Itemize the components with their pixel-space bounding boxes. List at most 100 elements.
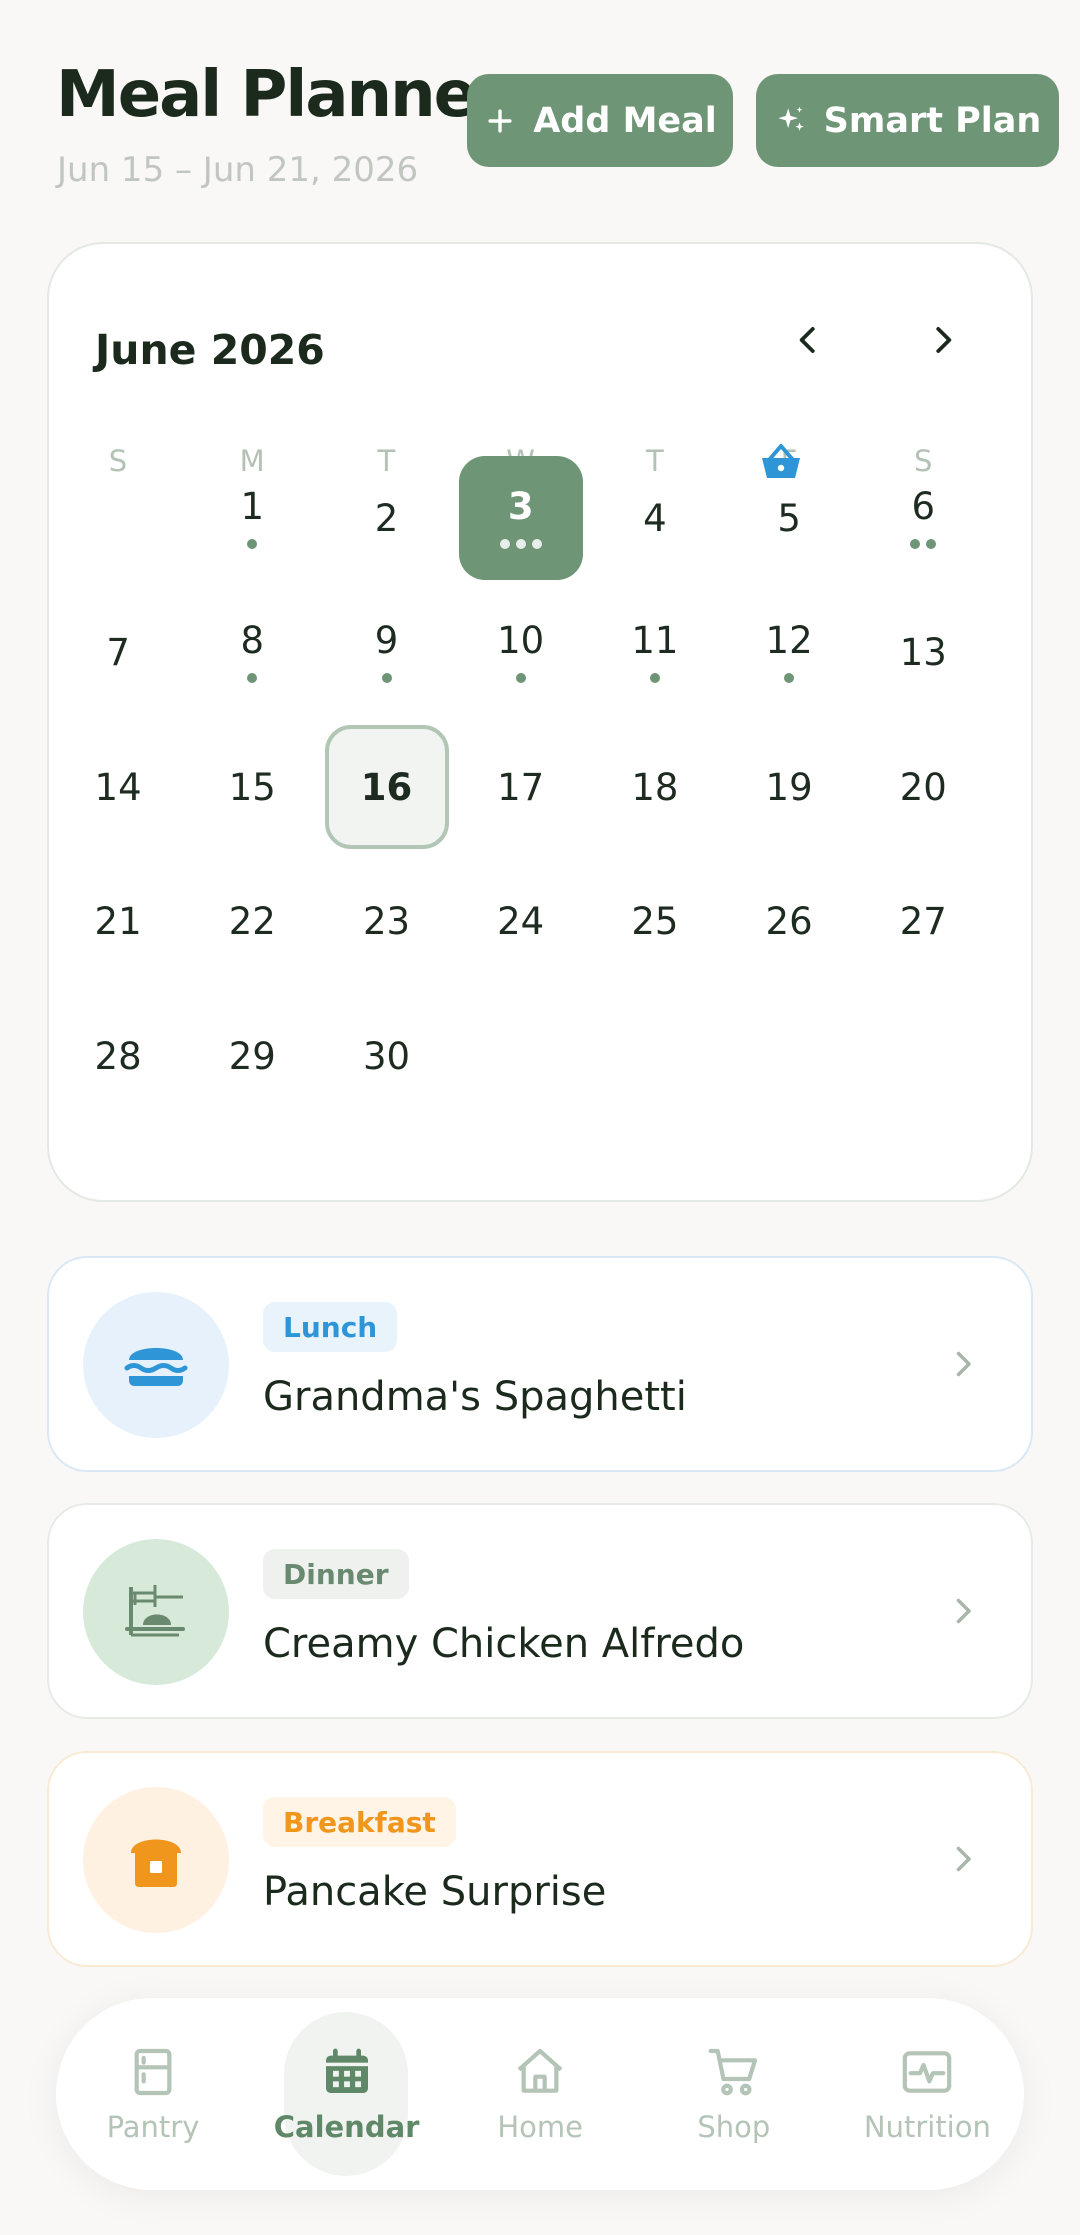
calendar-day[interactable]: 1 bbox=[190, 456, 314, 580]
day-number: 20 bbox=[899, 765, 947, 809]
day-number: 26 bbox=[765, 900, 813, 943]
calendar-day[interactable]: 19 bbox=[727, 725, 851, 849]
calendar-day[interactable]: 2 bbox=[325, 456, 449, 580]
calendar-day[interactable]: 18 bbox=[593, 725, 717, 849]
calendar-day[interactable]: 30 bbox=[325, 994, 449, 1118]
meal-dot bbox=[247, 538, 258, 549]
meal-card[interactable]: Lunch Grandma's Spaghetti bbox=[47, 1256, 1033, 1472]
calendar-icon bbox=[319, 2044, 375, 2110]
basket-icon bbox=[759, 444, 803, 480]
previous-month-button[interactable] bbox=[768, 300, 848, 380]
nav-item-calendar[interactable]: Calendar bbox=[250, 1998, 444, 2190]
calendar-day[interactable]: 28 bbox=[56, 994, 180, 1118]
meal-card[interactable]: Breakfast Pancake Surprise bbox=[47, 1751, 1033, 1967]
date-range: Jun 15 – Jun 21, 2026 bbox=[57, 150, 419, 190]
calendar-day[interactable]: 15 bbox=[190, 725, 314, 849]
calendar-day-today[interactable]: 16 bbox=[324, 725, 449, 849]
day-number: 27 bbox=[899, 900, 947, 943]
day-number: 1 bbox=[240, 484, 265, 528]
pantry-icon bbox=[125, 2044, 181, 2110]
chevron-right-icon bbox=[936, 327, 952, 353]
chevron-right-icon bbox=[956, 1351, 971, 1377]
next-month-button[interactable] bbox=[903, 300, 983, 380]
day-number: 10 bbox=[497, 619, 545, 662]
calendar-day[interactable]: 8 bbox=[190, 591, 314, 715]
calendar-day[interactable]: 20 bbox=[861, 725, 985, 849]
day-number: 11 bbox=[631, 619, 679, 662]
toast-icon bbox=[121, 1825, 191, 1895]
day-number: 24 bbox=[497, 900, 545, 943]
add-meal-button[interactable]: Add Meal bbox=[467, 74, 733, 167]
page-title: Meal Planner bbox=[56, 58, 507, 132]
meal-name: Grandma's Spaghetti bbox=[263, 1374, 687, 1420]
nav-label: Calendar bbox=[273, 2110, 420, 2144]
nav-item-home[interactable]: Home bbox=[443, 1998, 637, 2190]
calendar-day[interactable]: 6 bbox=[861, 456, 985, 580]
meal-indicator-dots bbox=[910, 538, 937, 549]
day-number: 28 bbox=[94, 1034, 142, 1078]
day-number: 17 bbox=[497, 765, 545, 809]
day-number: 5 bbox=[777, 496, 801, 540]
day-number: 13 bbox=[899, 631, 947, 674]
calendar-day[interactable]: 24 bbox=[459, 860, 583, 984]
chevron-right-icon bbox=[956, 1598, 971, 1624]
meal-name: Creamy Chicken Alfredo bbox=[263, 1621, 745, 1667]
meal-indicator-dots bbox=[247, 673, 258, 683]
day-number: 3 bbox=[507, 484, 534, 528]
day-number: 21 bbox=[94, 900, 142, 943]
day-number: 25 bbox=[631, 900, 679, 943]
calendar-day-selected[interactable]: 3 bbox=[458, 456, 583, 580]
meal-type-badge: Breakfast bbox=[263, 1797, 456, 1847]
day-number: 9 bbox=[374, 619, 399, 662]
calendar-day[interactable]: 26 bbox=[727, 860, 851, 984]
meal-dot bbox=[499, 538, 510, 549]
calendar-day[interactable]: 14 bbox=[56, 725, 180, 849]
calendar-day[interactable]: 25 bbox=[593, 860, 717, 984]
month-label: June 2026 bbox=[95, 326, 325, 374]
meal-type-badge: Lunch bbox=[263, 1302, 398, 1352]
calendar-day[interactable]: 4 bbox=[593, 456, 717, 580]
calendar-day[interactable]: 10 bbox=[459, 591, 583, 715]
smart-plan-button[interactable]: Smart Plan bbox=[756, 74, 1059, 167]
calendar-day[interactable]: 23 bbox=[325, 860, 449, 984]
calendar-day[interactable]: 7 bbox=[56, 591, 180, 715]
calendar-day[interactable]: 11 bbox=[593, 591, 717, 715]
meal-dot bbox=[649, 673, 660, 683]
calendar-day[interactable]: 9 bbox=[325, 591, 449, 715]
day-number: 6 bbox=[911, 484, 936, 528]
calendar-day[interactable]: 29 bbox=[190, 994, 314, 1118]
day-number: 2 bbox=[374, 496, 399, 540]
day-number: 8 bbox=[240, 619, 265, 662]
bottom-navigation: Pantry Calendar Home Shop Nutrition bbox=[56, 1998, 1024, 2190]
cart-icon bbox=[706, 2044, 762, 2110]
calendar-day[interactable]: 17 bbox=[459, 725, 583, 849]
meal-dot bbox=[515, 538, 526, 549]
meal-dot bbox=[247, 673, 258, 683]
meal-dot bbox=[926, 538, 937, 549]
calendar-day[interactable]: 22 bbox=[190, 860, 314, 984]
calendar-day[interactable]: 21 bbox=[56, 860, 180, 984]
meal-indicator-dots bbox=[381, 673, 392, 683]
nav-item-nutrition[interactable]: Nutrition bbox=[830, 1998, 1024, 2190]
plus-icon bbox=[488, 108, 512, 133]
meal-icon-circle bbox=[83, 1539, 229, 1685]
meal-indicator-dots bbox=[499, 538, 542, 549]
nav-item-pantry[interactable]: Pantry bbox=[56, 1998, 250, 2190]
day-number: 16 bbox=[360, 765, 413, 809]
meal-indicator-dots bbox=[649, 673, 660, 683]
day-number: 23 bbox=[362, 900, 411, 943]
smart-plan-label: Smart Plan bbox=[823, 100, 1042, 141]
calendar-day[interactable]: 13 bbox=[861, 591, 985, 715]
day-number: 30 bbox=[362, 1034, 411, 1078]
meal-card[interactable]: Dinner Creamy Chicken Alfredo bbox=[47, 1503, 1033, 1719]
calendar-day[interactable]: 12 bbox=[727, 591, 851, 715]
meal-icon-circle bbox=[83, 1292, 229, 1438]
meal-indicator-dots bbox=[784, 673, 795, 683]
nav-label: Nutrition bbox=[863, 2110, 991, 2144]
day-number: 18 bbox=[631, 765, 679, 809]
nav-item-shop[interactable]: Shop bbox=[637, 1998, 831, 2190]
dinner-plate-icon bbox=[121, 1577, 191, 1647]
day-number: 29 bbox=[228, 1034, 276, 1078]
calendar-day[interactable]: 27 bbox=[861, 860, 985, 984]
calendar-card: June 2026 SMTWTFS12345678910111213141516… bbox=[47, 242, 1033, 1202]
